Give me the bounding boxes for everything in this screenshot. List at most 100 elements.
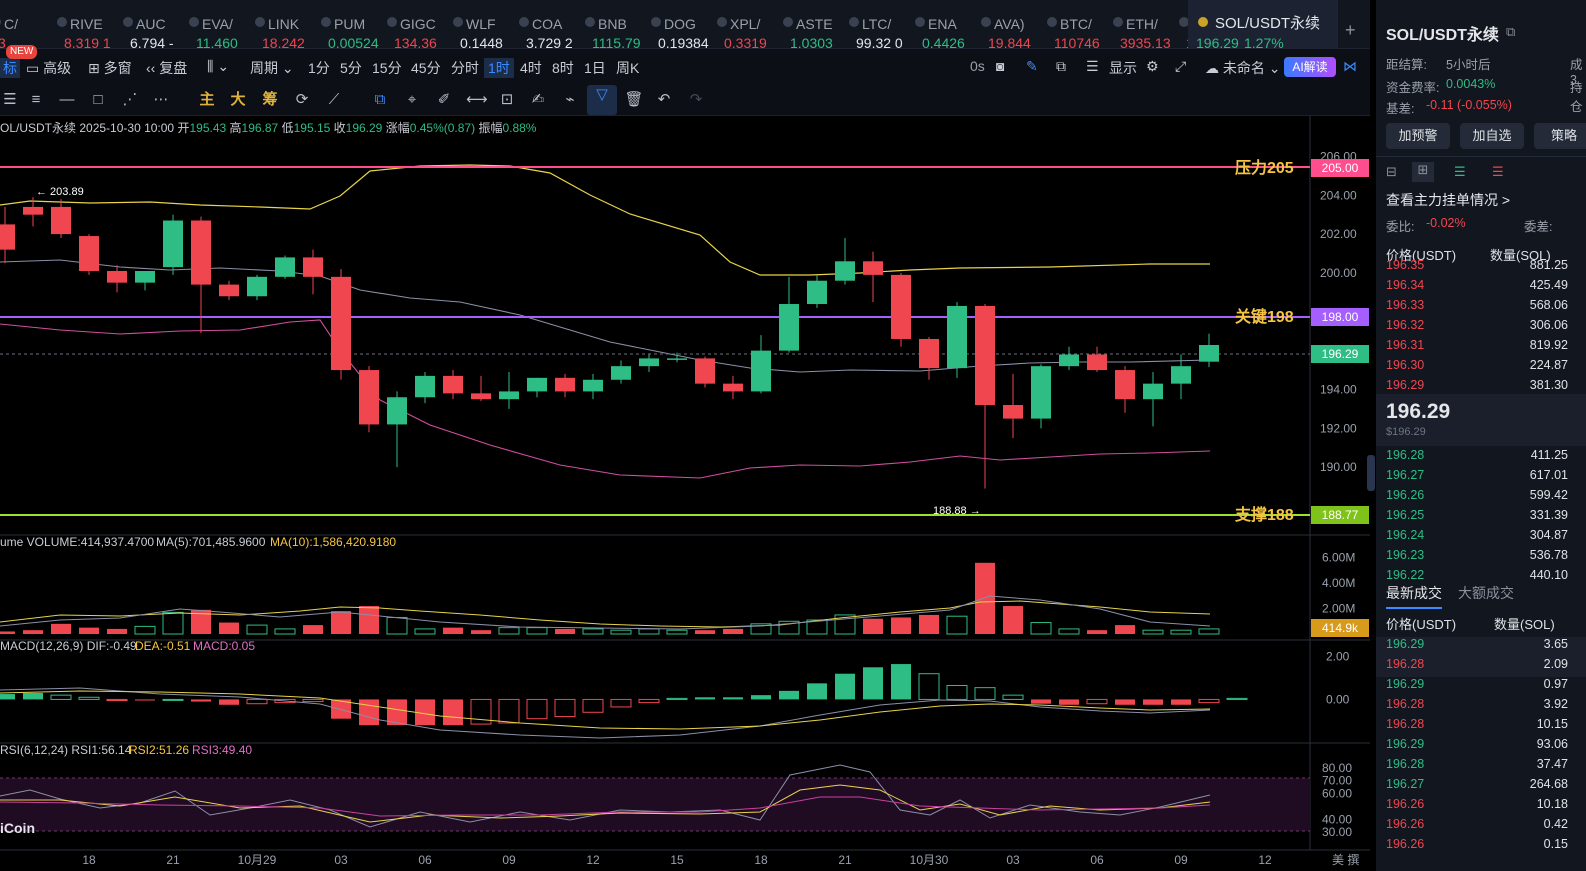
ticker-symbol: SOL/USDT永续	[1215, 15, 1321, 32]
strategy-button[interactable]: 策略	[1534, 123, 1586, 149]
undo-icon[interactable]: ↶	[654, 90, 674, 110]
ticker-item[interactable]: DOG 0.19384	[650, 0, 718, 48]
period-1h[interactable]: 1时	[484, 58, 514, 78]
pen-icon[interactable]: ✎	[1026, 58, 1038, 75]
add-watchlist-button[interactable]: 加自选	[1460, 123, 1524, 149]
active-ticker-tab[interactable]: SOL/USDT永续 196.29 1.27%	[1188, 0, 1338, 48]
period-15m[interactable]: 15分	[372, 58, 402, 78]
tag-icon[interactable]: ⌖	[402, 90, 422, 110]
ai-interpret-button[interactable]: AI解读	[1284, 57, 1336, 77]
bid-row[interactable]: 196.26 599.42	[1376, 488, 1586, 508]
ticker-item[interactable]: BNB 1115.79	[584, 0, 652, 48]
tab-large-trades[interactable]: 大额成交	[1458, 583, 1514, 603]
big-order-button[interactable]: 大	[228, 90, 248, 110]
copy-icon[interactable]: ⧉	[1506, 24, 1515, 40]
ticker-item[interactable]: AUC 6.794 -	[122, 0, 190, 48]
advanced-button[interactable]: ▭ 高级	[26, 58, 71, 78]
chart-type-button[interactable]: ⫼ ⌄	[207, 58, 229, 75]
ticker-item[interactable]: XPL/0.3319	[716, 0, 784, 48]
ask-row[interactable]: 196.32 306.06	[1376, 318, 1586, 338]
ticker-item[interactable]: C/3	[0, 0, 58, 48]
period-45m[interactable]: 45分	[411, 58, 441, 78]
hline-icon[interactable]: —	[57, 90, 77, 110]
ask-row[interactable]: 196.33 568.06	[1376, 298, 1586, 318]
copy-icon[interactable]: ⧉	[370, 90, 390, 110]
volume-bar	[443, 627, 463, 634]
display-button[interactable]: 显示	[1109, 58, 1137, 78]
add-tab-button[interactable]: +	[1345, 20, 1356, 41]
bid-row[interactable]: 196.23 536.78	[1376, 548, 1586, 568]
ticker-item[interactable]: COA 3.729 2	[518, 0, 586, 48]
orderbook-asks-icon[interactable]: ☰	[1492, 164, 1504, 180]
ticker-item[interactable]: EVA/11.460	[188, 0, 256, 48]
ask-row[interactable]: 196.30 224.87	[1376, 358, 1586, 378]
candle	[639, 358, 659, 367]
measure-icon[interactable]: ⟷	[466, 90, 488, 110]
fib-icon[interactable]: ⋰	[120, 90, 140, 110]
period-1d[interactable]: 1日	[584, 58, 606, 78]
ask-row[interactable]: 196.35 881.25	[1376, 258, 1586, 278]
orderbook-split-icon[interactable]: ⊞	[1412, 162, 1434, 182]
replay-button[interactable]: ‹‹ 复盘	[146, 58, 187, 78]
rectangle-icon[interactable]: □	[88, 90, 108, 110]
ticker-item[interactable]: PUM 0.00524	[320, 0, 388, 48]
trade-row: 196.26 10.18	[1376, 797, 1586, 817]
period-5m[interactable]: 5分	[340, 58, 362, 78]
indicator-tab[interactable]: 标	[0, 58, 20, 78]
trade-qty-header[interactable]: 数量(SOL)	[1494, 614, 1555, 633]
period-4h[interactable]: 4时	[520, 58, 542, 78]
brush-icon[interactable]: ✐	[434, 90, 454, 110]
ticker-item[interactable]: AVA) 19.844	[980, 0, 1048, 48]
ask-row[interactable]: 196.31 819.92	[1376, 338, 1586, 358]
row-qty: 568.06	[1529, 298, 1568, 312]
share-icon[interactable]: ⋈	[1343, 58, 1357, 75]
list-icon[interactable]: ≡	[26, 90, 46, 110]
trash-icon[interactable]: 🗑	[624, 90, 644, 110]
view-major-orders-link[interactable]: 查看主力挂单情况 >	[1386, 190, 1510, 210]
lock-icon[interactable]: ⊡	[497, 90, 517, 110]
settings-list-icon[interactable]: ☰	[1086, 58, 1099, 75]
ticker-item[interactable]: WLF 0.1448	[452, 0, 520, 48]
ask-row[interactable]: 196.34 425.49	[1376, 278, 1586, 298]
main-indicator-button[interactable]: 主	[197, 90, 217, 110]
ruler-icon[interactable]: ⟋	[324, 90, 344, 110]
period-1m[interactable]: 1分	[308, 58, 330, 78]
refresh-icon[interactable]: ⟳	[292, 90, 312, 110]
camera-icon[interactable]: ◙	[996, 58, 1004, 74]
fullscreen-icon[interactable]: ⤢	[1175, 58, 1186, 75]
layout-icon[interactable]: ⧉	[1056, 58, 1066, 75]
bid-row[interactable]: 196.24 304.87	[1376, 528, 1586, 548]
ticker-item[interactable]: RIVE 8.319 1	[56, 0, 124, 48]
ticker-item[interactable]: ASTE 1.0303	[782, 0, 850, 48]
ticker-item[interactable]: LINK 18.242	[254, 0, 322, 48]
magnet-icon[interactable]: ⌁	[560, 90, 580, 110]
panel-collapse-handle[interactable]	[1367, 455, 1375, 491]
bid-row[interactable]: 196.27 617.01	[1376, 468, 1586, 488]
ticker-item[interactable]: GIGC 134.36	[386, 0, 454, 48]
period-timeline[interactable]: 分时	[451, 58, 479, 78]
redo-icon[interactable]: ↷	[686, 90, 706, 110]
add-alert-button[interactable]: 加预警	[1386, 123, 1450, 149]
orderbook-bids-icon[interactable]: ☰	[1454, 164, 1466, 180]
orderbook-both-icon[interactable]: ⊟	[1386, 164, 1397, 180]
period-8h[interactable]: 8时	[552, 58, 574, 78]
period-dropdown[interactable]: 周期 ⌄	[250, 58, 294, 78]
filter-icon[interactable]: ▽	[587, 85, 617, 115]
ticker-item[interactable]: ENA 0.4426	[914, 0, 982, 48]
ticker-item[interactable]: LTC/99.32 0	[848, 0, 916, 48]
cloud-layout-dropdown[interactable]: ☁ 未命名 ⌄	[1205, 58, 1281, 78]
candle	[1143, 383, 1163, 400]
ticker-item[interactable]: ETH/3935.13	[1112, 0, 1180, 48]
period-week[interactable]: 周K	[616, 58, 639, 78]
chip-button[interactable]: 筹	[260, 90, 280, 110]
bid-row[interactable]: 196.25 331.39	[1376, 508, 1586, 528]
price-chart[interactable]: ← 203.89 188.88 → 压力205 关键198 支撑188 ume …	[0, 116, 1370, 871]
multi-window-button[interactable]: ⊞ 多窗	[88, 58, 132, 78]
note-icon[interactable]: ✍	[528, 90, 548, 110]
more-icon[interactable]: ⋯	[151, 90, 171, 110]
tab-latest-trades[interactable]: 最新成交	[1386, 583, 1442, 609]
bid-row[interactable]: 196.28 411.25	[1376, 448, 1586, 468]
ticker-item[interactable]: BTC/110746	[1046, 0, 1114, 48]
menu-icon[interactable]: ☰	[0, 90, 20, 110]
gear-icon[interactable]: ⚙	[1146, 58, 1159, 75]
